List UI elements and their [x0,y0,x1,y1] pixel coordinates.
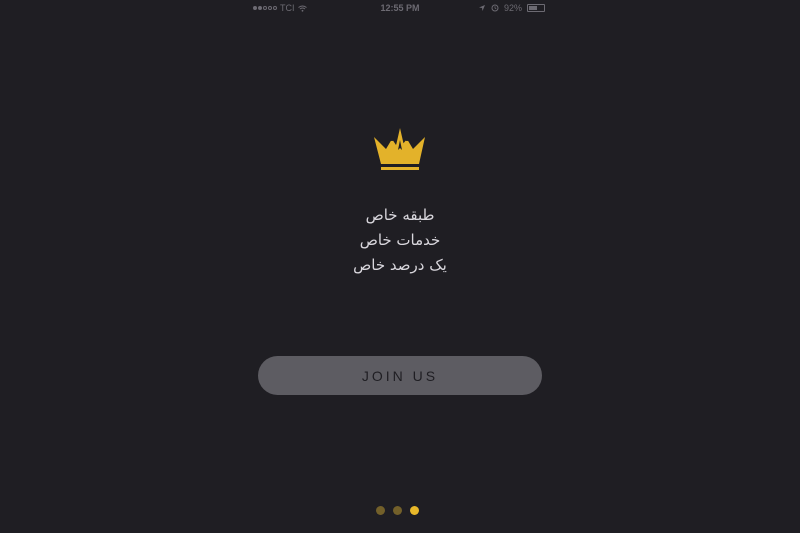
crown-icon [374,128,425,170]
location-icon [479,5,485,11]
join-us-button[interactable]: JOIN US [258,356,542,395]
status-right: 92% [478,3,546,13]
status-time: 12:55 PM [380,3,420,13]
battery-icon [527,4,546,12]
tagline-line-2: خدمات خاص [359,231,441,249]
page-dot-3[interactable] [410,506,419,515]
tagline-line-1: طبقه خاص [365,206,435,224]
status-bar: TCI 12:55 PM 92% [0,0,800,16]
page-indicator [376,506,419,515]
tagline-line-3: یک درصد خاص [353,256,447,274]
alarm-icon [491,4,499,12]
page-dot-1[interactable] [376,506,385,515]
page-dot-2[interactable] [393,506,402,515]
battery-percent: 92% [504,3,523,13]
onboarding-screen: TCI 12:55 PM 92% طبقه خاص خدمات خاص یک د… [0,0,800,533]
